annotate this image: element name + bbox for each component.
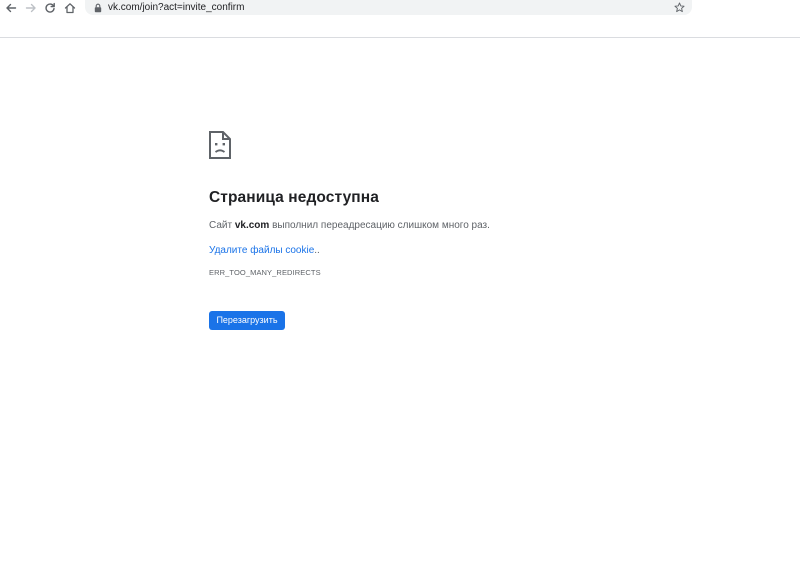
description-suffix: выполнил переадресацию слишком много раз… <box>269 220 490 231</box>
back-button[interactable] <box>1 0 21 16</box>
arrow-left-icon <box>6 3 17 13</box>
reload-icon <box>45 2 55 13</box>
home-button[interactable] <box>60 0 80 16</box>
description-domain: vk.com <box>234 220 270 231</box>
error-content: Страница недоступна Сайт vk.com выполнил… <box>209 130 629 330</box>
home-icon <box>64 3 76 14</box>
description-prefix: Сайт <box>209 220 235 231</box>
page-title: Страница недоступна <box>209 189 379 206</box>
browser-toolbar: vk.com/join?act=invite_confirm <box>0 0 800 38</box>
clear-cookies-link-label[interactable]: Удалите файлы cookie <box>209 245 314 256</box>
url-text[interactable]: vk.com/join?act=invite_confirm <box>108 0 244 15</box>
address-bar[interactable]: vk.com/join?act=invite_confirm <box>85 0 692 15</box>
star-icon[interactable] <box>673 1 685 13</box>
reload-page-button[interactable]: Перезагрузить <box>209 311 285 330</box>
forward-button[interactable] <box>21 0 41 16</box>
error-code: ERR_TOO_MANY_REDIRECTS <box>209 268 321 277</box>
arrow-right-icon <box>25 3 36 13</box>
reload-button[interactable] <box>40 0 60 16</box>
error-description: Сайт vk.com выполнил переадресацию слишк… <box>209 219 629 233</box>
clear-cookies-link-ellipsis: .. <box>314 245 320 256</box>
sad-page-icon <box>208 130 232 160</box>
lock-icon[interactable] <box>93 2 103 14</box>
clear-cookies-link[interactable]: Удалите файлы cookie.. <box>209 244 320 258</box>
